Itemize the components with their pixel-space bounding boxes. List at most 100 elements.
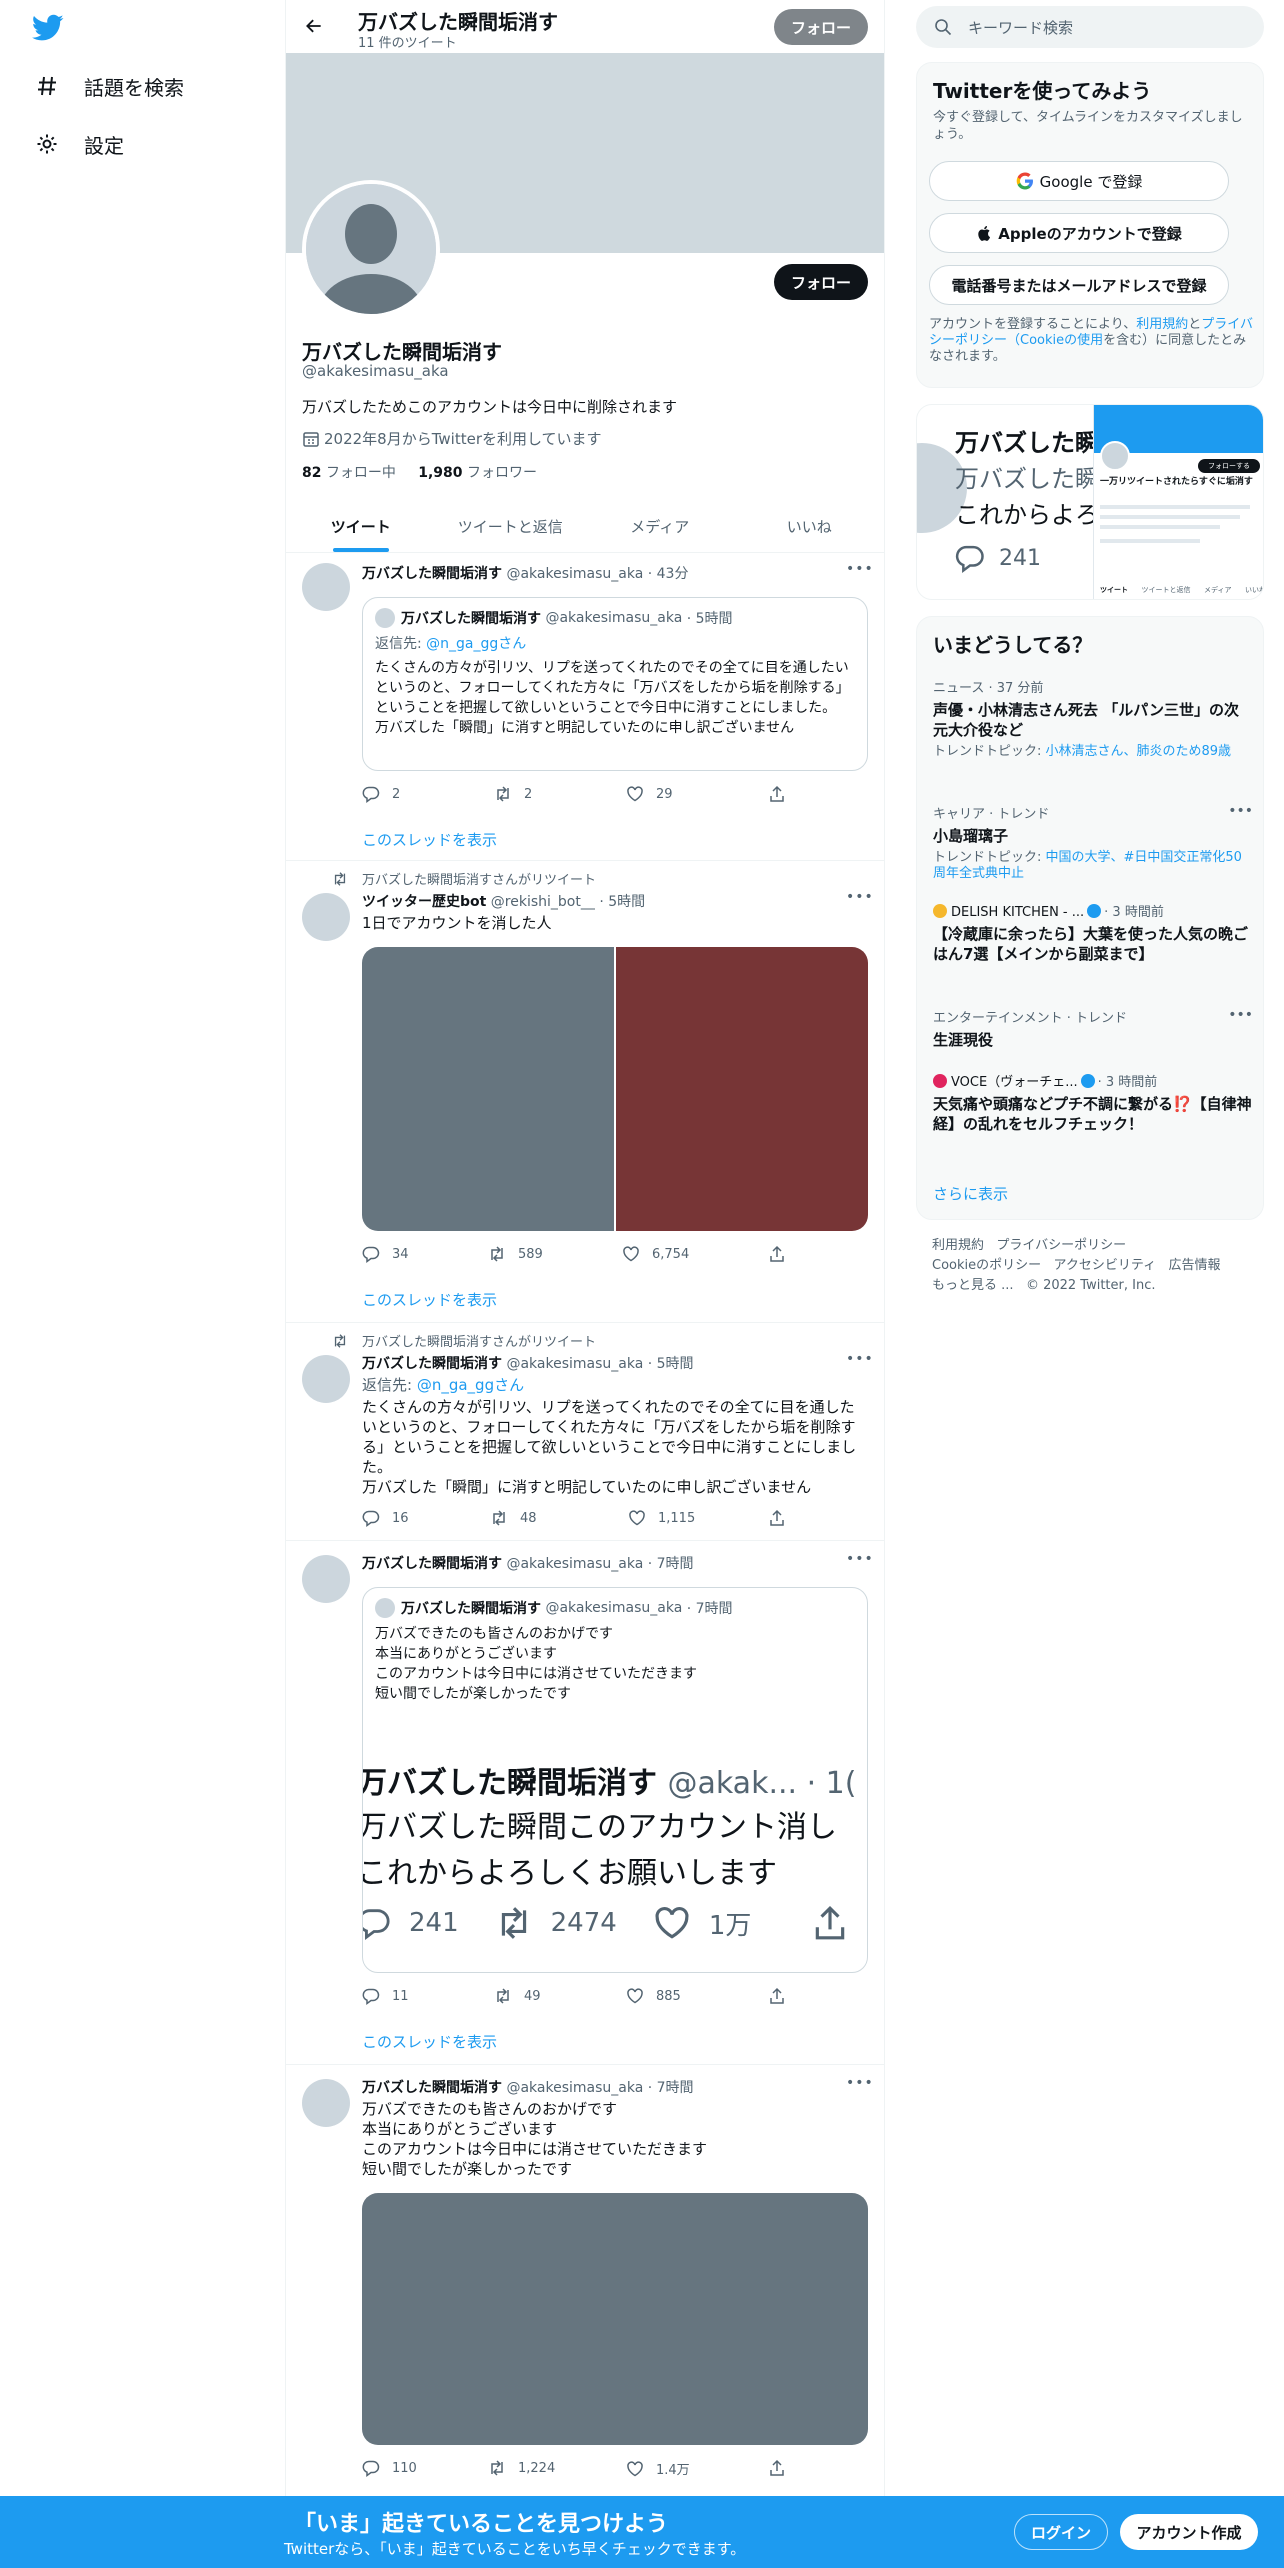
- reply-button[interactable]: 16: [362, 1509, 409, 1527]
- reply-to-link[interactable]: @n_ga_ggさん: [417, 1376, 524, 1394]
- quoted-tweet[interactable]: 万バズした瞬間垢消す @akakesimasu_aka · 7時間 万バズできた…: [362, 1587, 868, 1973]
- like-button[interactable]: 1,115: [628, 1509, 695, 1527]
- retweet-button[interactable]: 48: [490, 1509, 537, 1527]
- trend-item[interactable]: DELISH KITCHEN - ... · 3 時間前 【冷蔵庫に余ったら】大葉…: [933, 901, 1253, 964]
- reply-button[interactable]: 34: [362, 1245, 409, 1263]
- like-button[interactable]: 6,754: [622, 1245, 689, 1263]
- trend-item[interactable]: キャリア · トレンド ••• 小島瑠璃子 トレンドトピック: 中国の大学、#日…: [933, 803, 1253, 882]
- tweet-4[interactable]: 万バズした瞬間垢消す @akakesimasu_aka · 7時間 ••• 万バ…: [286, 1541, 884, 2065]
- more-options-icon[interactable]: •••: [846, 1351, 873, 1367]
- nav-settings[interactable]: 設定: [34, 124, 124, 164]
- trends-show-more[interactable]: さらに表示: [933, 1183, 1008, 1204]
- tab-media[interactable]: メディア: [585, 500, 735, 552]
- followers-link[interactable]: 1,980 フォロワー: [418, 465, 537, 481]
- reply-button[interactable]: 11: [362, 1987, 409, 2005]
- tweet-author-name[interactable]: 万バズした瞬間垢消す: [362, 2080, 502, 2096]
- retweet-button[interactable]: 2: [494, 785, 532, 803]
- like-button[interactable]: 1.4万: [626, 2459, 690, 2478]
- google-signup-button[interactable]: Google で登録: [929, 161, 1229, 201]
- media-image-right[interactable]: [616, 947, 868, 1231]
- tweet-2[interactable]: 万バズした瞬間垢消すさんがリツイート ツイッター歴史bot @rekishi_b…: [286, 861, 884, 1323]
- tweet-avatar[interactable]: [302, 1355, 350, 1403]
- footer-link[interactable]: アクセシビリティ: [1054, 1258, 1157, 1273]
- retweet-button[interactable]: 1,224: [488, 2459, 555, 2477]
- more-options-icon[interactable]: •••: [1228, 1007, 1253, 1023]
- retweet-label-text[interactable]: 万バズした瞬間垢消すさんがリツイート: [362, 1331, 596, 1350]
- share-button[interactable]: [768, 1245, 798, 1263]
- tweet-avatar[interactable]: [302, 893, 350, 941]
- quote-screenshot-image[interactable]: 万バズした瞬間垢消す @akak... · 1( 万バズした瞬間このアカウント消…: [363, 1758, 867, 1958]
- footer-more-link[interactable]: もっと見る ...: [932, 1278, 1014, 1293]
- share-button[interactable]: [768, 1987, 798, 2005]
- tweet-avatar[interactable]: [302, 2079, 350, 2127]
- tweet-author-handle[interactable]: @akakesimasu_aka: [506, 1556, 643, 1572]
- quoted-tweet[interactable]: 万バズした瞬間垢消す @akakesimasu_aka · 5時間 返信先: @…: [362, 597, 868, 771]
- trend-item[interactable]: エンターテインメント · トレンド ••• 生涯現役: [933, 1007, 1253, 1050]
- tweet-time[interactable]: · 5時間: [599, 894, 645, 910]
- profile-follow-button[interactable]: フォロー: [774, 264, 868, 300]
- tweet-author-name[interactable]: 万バズした瞬間垢消す: [362, 566, 502, 582]
- tab-tweets-and-replies[interactable]: ツイートと返信: [436, 500, 586, 552]
- twitter-logo-icon[interactable]: [31, 14, 64, 42]
- share-button[interactable]: [768, 2459, 798, 2477]
- create-account-button[interactable]: アカウント作成: [1120, 2514, 1258, 2550]
- reply-to-link[interactable]: @n_ga_ggさん: [426, 636, 526, 652]
- show-thread-link[interactable]: このスレッドを表示: [362, 829, 497, 850]
- show-thread-link[interactable]: このスレッドを表示: [362, 1289, 497, 1310]
- tweet-1[interactable]: 万バズした瞬間垢消す @akakesimasu_aka · 43分 ••• 万バ…: [286, 553, 884, 861]
- tweet-author-handle[interactable]: @akakesimasu_aka: [506, 1356, 643, 1372]
- tweet-time[interactable]: · 43分: [648, 566, 689, 582]
- tweet-author-handle[interactable]: @rekishi_bot__: [491, 894, 595, 910]
- tweet-time[interactable]: · 7時間: [648, 1556, 694, 1572]
- media-preview-card[interactable]: 万バズした瞬 万バズした瞬 これからよろ 241 フォローする 一万リツイートさ…: [916, 404, 1264, 600]
- retweet-label-text[interactable]: 万バズした瞬間垢消すさんがリツイート: [362, 869, 596, 888]
- back-arrow-icon[interactable]: [300, 12, 328, 40]
- trend-item[interactable]: VOCE（ヴォーチェ... · 3 時間前 天気痛や頭痛などプチ不調に繋がる⁉️【…: [933, 1071, 1253, 1134]
- header-follow-button[interactable]: フォロー: [774, 9, 868, 45]
- apple-signup-button[interactable]: Appleのアカウントで登録: [929, 213, 1229, 253]
- reply-button[interactable]: 110: [362, 2459, 417, 2477]
- phone-email-signup-button[interactable]: 電話番号またはメールアドレスで登録: [929, 265, 1229, 305]
- tweet-media[interactable]: [362, 947, 868, 1231]
- terms-link[interactable]: 利用規約: [1136, 317, 1188, 332]
- nav-explore[interactable]: 話題を検索: [34, 66, 184, 106]
- more-options-icon[interactable]: •••: [846, 1551, 873, 1567]
- tweet-author-handle[interactable]: @akakesimasu_aka: [506, 566, 643, 582]
- footer-link[interactable]: Cookieのポリシー: [932, 1258, 1041, 1273]
- share-button[interactable]: [768, 1509, 798, 1527]
- trend-item[interactable]: ニュース · 37 分前 声優・小林清志さん死去 「ルパン三世」の次元大介役など…: [933, 677, 1253, 760]
- footer-link[interactable]: 広告情報: [1169, 1258, 1221, 1273]
- tweet-time[interactable]: · 5時間: [648, 1356, 694, 1372]
- footer-link[interactable]: プライバシーポリシー: [996, 1238, 1126, 1253]
- footer-link[interactable]: 利用規約: [932, 1238, 984, 1253]
- share-button[interactable]: [768, 785, 798, 803]
- tweet-author-handle[interactable]: @akakesimasu_aka: [506, 2080, 643, 2096]
- retweet-button[interactable]: 589: [488, 1245, 543, 1263]
- following-link[interactable]: 82 フォロー中: [302, 465, 396, 481]
- tweet-author-name[interactable]: 万バズした瞬間垢消す: [362, 1556, 502, 1572]
- trend-topic-link[interactable]: 小林清志さん、肺炎のため89歳: [1046, 744, 1232, 759]
- tweet-media-image[interactable]: [362, 2193, 868, 2445]
- tweet-author-name[interactable]: 万バズした瞬間垢消す: [362, 1356, 502, 1372]
- tab-likes[interactable]: いいね: [735, 500, 885, 552]
- like-button[interactable]: 885: [626, 1987, 681, 2005]
- search-input[interactable]: キーワード検索: [916, 6, 1264, 48]
- more-options-icon[interactable]: •••: [846, 561, 873, 577]
- login-button[interactable]: ログイン: [1014, 2514, 1108, 2550]
- tweet-author-name[interactable]: ツイッター歴史bot: [362, 894, 486, 910]
- tweet-avatar[interactable]: [302, 563, 350, 611]
- profile-avatar[interactable]: [302, 180, 440, 318]
- retweet-button[interactable]: 49: [494, 1987, 541, 2005]
- like-button[interactable]: 29: [626, 785, 673, 803]
- media-image-left[interactable]: [362, 947, 614, 1231]
- tweet-3[interactable]: 万バズした瞬間垢消すさんがリツイート 万バズした瞬間垢消す @akakesima…: [286, 1323, 884, 1541]
- more-options-icon[interactable]: •••: [846, 889, 873, 905]
- more-options-icon[interactable]: •••: [846, 2075, 873, 2091]
- tweet-avatar[interactable]: [302, 1555, 350, 1603]
- tweet-5[interactable]: 万バズした瞬間垢消す @akakesimasu_aka · 7時間 ••• 万バ…: [286, 2065, 884, 2500]
- tab-tweets[interactable]: ツイート: [286, 500, 436, 552]
- more-options-icon[interactable]: •••: [1228, 803, 1253, 819]
- reply-button[interactable]: 2: [362, 785, 400, 803]
- tweet-time[interactable]: · 7時間: [648, 2080, 694, 2096]
- show-thread-link[interactable]: このスレッドを表示: [362, 2031, 497, 2052]
